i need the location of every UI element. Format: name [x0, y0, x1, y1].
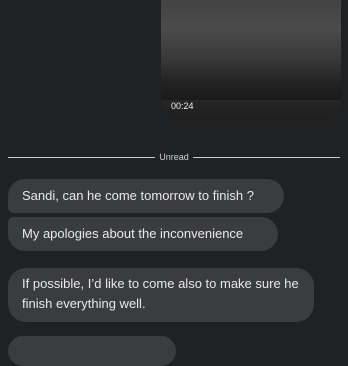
video-message-thumbnail[interactable]: 00:24 — [161, 0, 341, 120]
message-bubble[interactable]: Sandi, can he come tomorrow to finish ? — [8, 179, 284, 213]
video-thumbnail-shade — [161, 60, 341, 100]
unread-divider: Unread — [8, 150, 340, 164]
message-bubble-partial[interactable] — [8, 336, 176, 366]
video-duration: 00:24 — [171, 101, 194, 111]
divider-line-right — [192, 156, 340, 158]
unread-label: Unread — [159, 152, 189, 162]
divider-line-left — [8, 156, 156, 158]
message-bubble[interactable]: My apologies about the inconvenience — [8, 217, 278, 251]
message-bubble[interactable]: If possible, I’d like to come also to ma… — [8, 268, 314, 322]
